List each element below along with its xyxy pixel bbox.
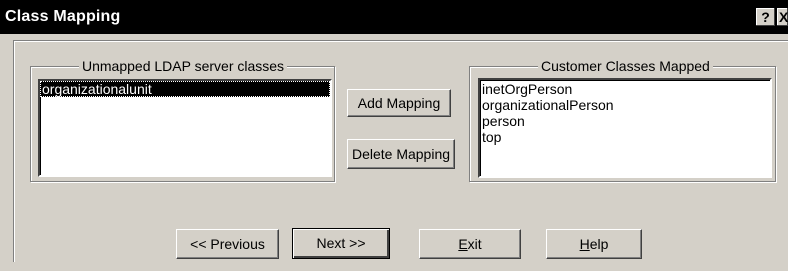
title-bar: Class Mapping ? X <box>0 0 788 34</box>
previous-button[interactable]: << Previous <box>176 229 279 259</box>
next-button[interactable]: Next >> <box>292 228 390 259</box>
previous-label: << Previous <box>190 236 265 252</box>
help-mnemonic: H <box>579 236 590 252</box>
list-item[interactable]: organizationalunit <box>40 81 330 97</box>
list-item[interactable]: inetOrgPerson <box>480 81 770 97</box>
unmapped-classes-list[interactable]: organizationalunit <box>38 79 332 177</box>
unmapped-classes-legend: Unmapped LDAP server classes <box>79 58 288 74</box>
exit-mnemonic: E <box>458 236 468 252</box>
window-title: Class Mapping <box>5 8 121 25</box>
add-mapping-label: Add Mapping <box>357 95 441 111</box>
class-mapping-dialog: Class Mapping ? X Unmapped LDAP server c… <box>0 0 788 271</box>
help-button[interactable]: Help <box>546 229 642 259</box>
list-item[interactable]: person <box>480 113 770 129</box>
list-item[interactable]: top <box>480 129 770 145</box>
help-icon[interactable]: ? <box>756 8 775 26</box>
delete-mapping-button[interactable]: Delete Mapping <box>347 139 455 169</box>
add-mapping-button[interactable]: Add Mapping <box>347 89 451 117</box>
delete-mapping-label: Delete Mapping <box>351 146 451 162</box>
list-item[interactable]: organizationalPerson <box>480 97 770 113</box>
exit-button[interactable]: Exit <box>419 229 521 259</box>
close-icon[interactable]: X <box>777 8 788 26</box>
exit-label: xit <box>467 236 482 252</box>
mapped-classes-legend: Customer Classes Mapped <box>538 58 713 74</box>
mapped-classes-list[interactable]: inetOrgPerson organizationalPerson person t… <box>478 78 772 178</box>
help-label: elp <box>589 236 609 252</box>
next-label: Next >> <box>316 235 366 251</box>
